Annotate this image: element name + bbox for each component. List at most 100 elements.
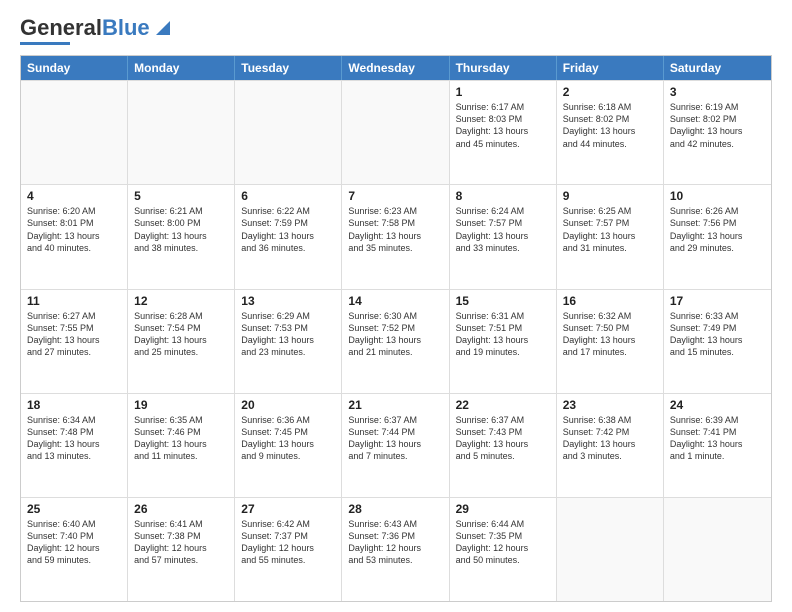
calendar-header: SundayMondayTuesdayWednesdayThursdayFrid… (21, 56, 771, 80)
calendar-cell-19: 19Sunrise: 6:35 AM Sunset: 7:46 PM Dayli… (128, 394, 235, 497)
day-info: Sunrise: 6:40 AM Sunset: 7:40 PM Dayligh… (27, 518, 121, 567)
calendar-cell-empty-r4c5 (557, 498, 664, 601)
calendar-cell-17: 17 Sunrise: 6:33 AM Sunset: 7:49 PM Dayli… (664, 290, 771, 393)
day-number: 24 (670, 398, 765, 412)
day-number: 7 (348, 189, 442, 203)
day-number: 17 (670, 294, 765, 308)
day-info: Sunrise: 6:26 AM Sunset: 7:56 PM Dayligh… (670, 205, 765, 254)
calendar-cell-14: 14 Sunrise: 6:30 AM Sunset: 7:52 PM Dayli… (342, 290, 449, 393)
calendar-cell-12: 12 Sunrise: 6:28 AM Sunset: 7:54 PM Dayli… (128, 290, 235, 393)
calendar-cell-8: 8 Sunrise: 6:24 AM Sunset: 7:57 PM Daylig… (450, 185, 557, 288)
day-number: 29 (456, 502, 550, 516)
calendar-cell-1: 1 Sunrise: 6:17 AM Sunset: 8:03 PM Daylig… (450, 81, 557, 184)
day-number: 8 (456, 189, 550, 203)
calendar-cell-empty-r0c1 (128, 81, 235, 184)
day-number: 11 (27, 294, 121, 308)
day-info: Sunrise: 6:33 AM Sunset: 7:49 PM Dayligh… (670, 310, 765, 359)
day-info: Sunrise: 6:23 AM Sunset: 7:58 PM Dayligh… (348, 205, 442, 254)
calendar-cell-empty-r0c2 (235, 81, 342, 184)
day-number: 28 (348, 502, 442, 516)
logo-triangle-icon (152, 17, 174, 39)
calendar-cell-9: 9Sunrise: 6:25 AM Sunset: 7:57 PM Daylig… (557, 185, 664, 288)
day-info: Sunrise: 6:20 AM Sunset: 8:01 PM Dayligh… (27, 205, 121, 254)
calendar-cell-4: 4 Sunrise: 6:20 AM Sunset: 8:01 PM Daylig… (21, 185, 128, 288)
day-number: 25 (27, 502, 121, 516)
day-info: Sunrise: 6:41 AM Sunset: 7:38 PM Dayligh… (134, 518, 228, 567)
logo: GeneralBlue (20, 16, 174, 45)
calendar-cell-empty-r0c0 (21, 81, 128, 184)
day-info: Sunrise: 6:31 AM Sunset: 7:51 PM Dayligh… (456, 310, 550, 359)
calendar-cell-empty-r0c3 (342, 81, 449, 184)
day-number: 18 (27, 398, 121, 412)
day-info: Sunrise: 6:39 AM Sunset: 7:41 PM Dayligh… (670, 414, 765, 463)
calendar-cell-27: 27 Sunrise: 6:42 AM Sunset: 7:37 PM Dayli… (235, 498, 342, 601)
day-info: Sunrise: 6:29 AM Sunset: 7:53 PM Dayligh… (241, 310, 335, 359)
day-number: 15 (456, 294, 550, 308)
day-number: 1 (456, 85, 550, 99)
logo-text: GeneralBlue (20, 16, 150, 40)
calendar-row-1: 4 Sunrise: 6:20 AM Sunset: 8:01 PM Daylig… (21, 184, 771, 288)
calendar-cell-28: 28 Sunrise: 6:43 AM Sunset: 7:36 PM Dayli… (342, 498, 449, 601)
calendar-cell-7: 7 Sunrise: 6:23 AM Sunset: 7:58 PM Daylig… (342, 185, 449, 288)
calendar-cell-13: 13Sunrise: 6:29 AM Sunset: 7:53 PM Dayli… (235, 290, 342, 393)
weekday-header-thursday: Thursday (450, 56, 557, 80)
day-number: 26 (134, 502, 228, 516)
day-info: Sunrise: 6:27 AM Sunset: 7:55 PM Dayligh… (27, 310, 121, 359)
calendar-cell-5: 5Sunrise: 6:21 AM Sunset: 8:00 PM Daylig… (128, 185, 235, 288)
weekday-header-sunday: Sunday (21, 56, 128, 80)
day-info: Sunrise: 6:30 AM Sunset: 7:52 PM Dayligh… (348, 310, 442, 359)
calendar-cell-empty-r4c6 (664, 498, 771, 601)
day-info: Sunrise: 6:44 AM Sunset: 7:35 PM Dayligh… (456, 518, 550, 567)
day-number: 14 (348, 294, 442, 308)
calendar-cell-21: 21Sunrise: 6:37 AM Sunset: 7:44 PM Dayli… (342, 394, 449, 497)
day-number: 23 (563, 398, 657, 412)
day-number: 3 (670, 85, 765, 99)
calendar-cell-6: 6 Sunrise: 6:22 AM Sunset: 7:59 PM Daylig… (235, 185, 342, 288)
day-info: Sunrise: 6:21 AM Sunset: 8:00 PM Dayligh… (134, 205, 228, 254)
day-info: Sunrise: 6:42 AM Sunset: 7:37 PM Dayligh… (241, 518, 335, 567)
day-info: Sunrise: 6:25 AM Sunset: 7:57 PM Dayligh… (563, 205, 657, 254)
calendar-row-0: 1 Sunrise: 6:17 AM Sunset: 8:03 PM Daylig… (21, 80, 771, 184)
day-info: Sunrise: 6:38 AM Sunset: 7:42 PM Dayligh… (563, 414, 657, 463)
logo-underline (20, 42, 70, 45)
calendar-cell-16: 16Sunrise: 6:32 AM Sunset: 7:50 PM Dayli… (557, 290, 664, 393)
calendar-cell-25: 25 Sunrise: 6:40 AM Sunset: 7:40 PM Dayli… (21, 498, 128, 601)
day-info: Sunrise: 6:18 AM Sunset: 8:02 PM Dayligh… (563, 101, 657, 150)
calendar-body: 1 Sunrise: 6:17 AM Sunset: 8:03 PM Daylig… (21, 80, 771, 601)
calendar-cell-26: 26 Sunrise: 6:41 AM Sunset: 7:38 PM Dayli… (128, 498, 235, 601)
day-info: Sunrise: 6:43 AM Sunset: 7:36 PM Dayligh… (348, 518, 442, 567)
day-number: 27 (241, 502, 335, 516)
day-info: Sunrise: 6:22 AM Sunset: 7:59 PM Dayligh… (241, 205, 335, 254)
calendar-cell-18: 18 Sunrise: 6:34 AM Sunset: 7:48 PM Dayli… (21, 394, 128, 497)
day-number: 20 (241, 398, 335, 412)
weekday-header-friday: Friday (557, 56, 664, 80)
day-info: Sunrise: 6:28 AM Sunset: 7:54 PM Dayligh… (134, 310, 228, 359)
day-info: Sunrise: 6:36 AM Sunset: 7:45 PM Dayligh… (241, 414, 335, 463)
day-number: 6 (241, 189, 335, 203)
day-number: 12 (134, 294, 228, 308)
day-info: Sunrise: 6:24 AM Sunset: 7:57 PM Dayligh… (456, 205, 550, 254)
calendar-cell-15: 15 Sunrise: 6:31 AM Sunset: 7:51 PM Dayli… (450, 290, 557, 393)
weekday-header-saturday: Saturday (664, 56, 771, 80)
day-info: Sunrise: 6:37 AM Sunset: 7:44 PM Dayligh… (348, 414, 442, 463)
calendar-cell-2: 2 Sunrise: 6:18 AM Sunset: 8:02 PM Daylig… (557, 81, 664, 184)
calendar-cell-22: 22Sunrise: 6:37 AM Sunset: 7:43 PM Dayli… (450, 394, 557, 497)
calendar-cell-24: 24 Sunrise: 6:39 AM Sunset: 7:41 PM Dayli… (664, 394, 771, 497)
calendar-row-4: 25 Sunrise: 6:40 AM Sunset: 7:40 PM Dayli… (21, 497, 771, 601)
day-number: 2 (563, 85, 657, 99)
calendar-cell-20: 20 Sunrise: 6:36 AM Sunset: 7:45 PM Dayli… (235, 394, 342, 497)
day-info: Sunrise: 6:19 AM Sunset: 8:02 PM Dayligh… (670, 101, 765, 150)
day-info: Sunrise: 6:34 AM Sunset: 7:48 PM Dayligh… (27, 414, 121, 463)
calendar-row-3: 18 Sunrise: 6:34 AM Sunset: 7:48 PM Dayli… (21, 393, 771, 497)
day-info: Sunrise: 6:37 AM Sunset: 7:43 PM Dayligh… (456, 414, 550, 463)
day-number: 4 (27, 189, 121, 203)
day-info: Sunrise: 6:35 AM Sunset: 7:46 PM Dayligh… (134, 414, 228, 463)
calendar: SundayMondayTuesdayWednesdayThursdayFrid… (20, 55, 772, 602)
day-info: Sunrise: 6:17 AM Sunset: 8:03 PM Dayligh… (456, 101, 550, 150)
day-info: Sunrise: 6:32 AM Sunset: 7:50 PM Dayligh… (563, 310, 657, 359)
weekday-header-monday: Monday (128, 56, 235, 80)
day-number: 10 (670, 189, 765, 203)
calendar-cell-3: 3 Sunrise: 6:19 AM Sunset: 8:02 PM Daylig… (664, 81, 771, 184)
header: GeneralBlue (20, 16, 772, 45)
calendar-cell-29: 29 Sunrise: 6:44 AM Sunset: 7:35 PM Dayli… (450, 498, 557, 601)
